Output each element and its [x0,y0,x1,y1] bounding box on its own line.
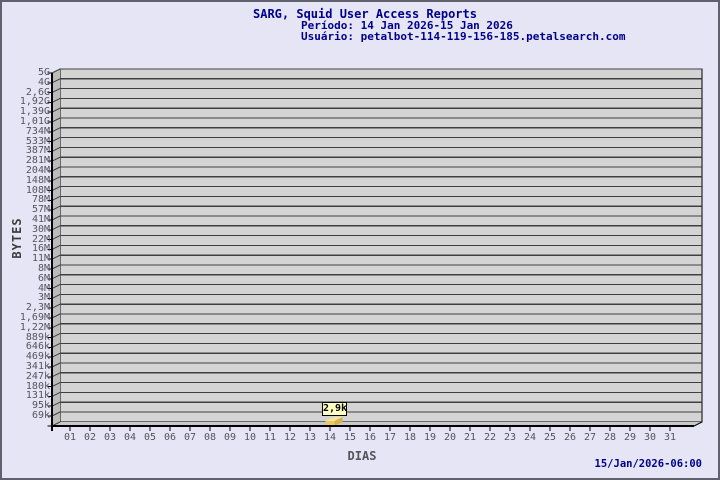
x-tick-label: 27 [583,432,597,443]
x-tick-label: 23 [503,432,517,443]
x-tick-label: 30 [643,432,657,443]
x-tick-label: 15 [343,432,357,443]
y-tick-label: 69k [31,410,50,421]
x-tick-label: 31 [663,432,677,443]
x-axis-title: DIAS [347,449,377,463]
bar-value-annotation: 2,9k [322,402,348,416]
x-tick-label: 13 [303,432,317,443]
x-tick-label: 22 [483,432,497,443]
chart-canvas [47,68,703,431]
x-tick-label: 10 [243,432,257,443]
x-tick-label: 05 [143,432,157,443]
x-tick-label: 11 [263,432,277,443]
x-tick-label: 20 [443,432,457,443]
x-tick-label: 14 [323,432,337,443]
report-image: SARG, Squid User Access Reports Período:… [0,0,720,480]
x-tick-label: 08 [203,432,217,443]
x-tick-label: 01 [63,432,77,443]
x-tick-label: 29 [623,432,637,443]
x-tick-label: 07 [183,432,197,443]
x-tick-label: 16 [363,432,377,443]
x-tick-label: 21 [463,432,477,443]
x-tick-label: 18 [403,432,417,443]
x-tick-label: 04 [123,432,137,443]
x-tick-label: 12 [283,432,297,443]
x-tick-label: 24 [523,432,537,443]
chart-subtitle-user: Usuário: petalbot-114-119-156-185.petals… [301,30,626,43]
x-tick-label: 09 [223,432,237,443]
x-tick-label: 17 [383,432,397,443]
generation-timestamp: 15/Jan/2026-06:00 [594,458,702,470]
x-tick-label: 06 [163,432,177,443]
x-tick-label: 19 [423,432,437,443]
x-tick-label: 26 [563,432,577,443]
x-tick-label: 25 [543,432,557,443]
x-tick-label: 28 [603,432,617,443]
x-tick-label: 02 [83,432,97,443]
x-tick-label: 03 [103,432,117,443]
